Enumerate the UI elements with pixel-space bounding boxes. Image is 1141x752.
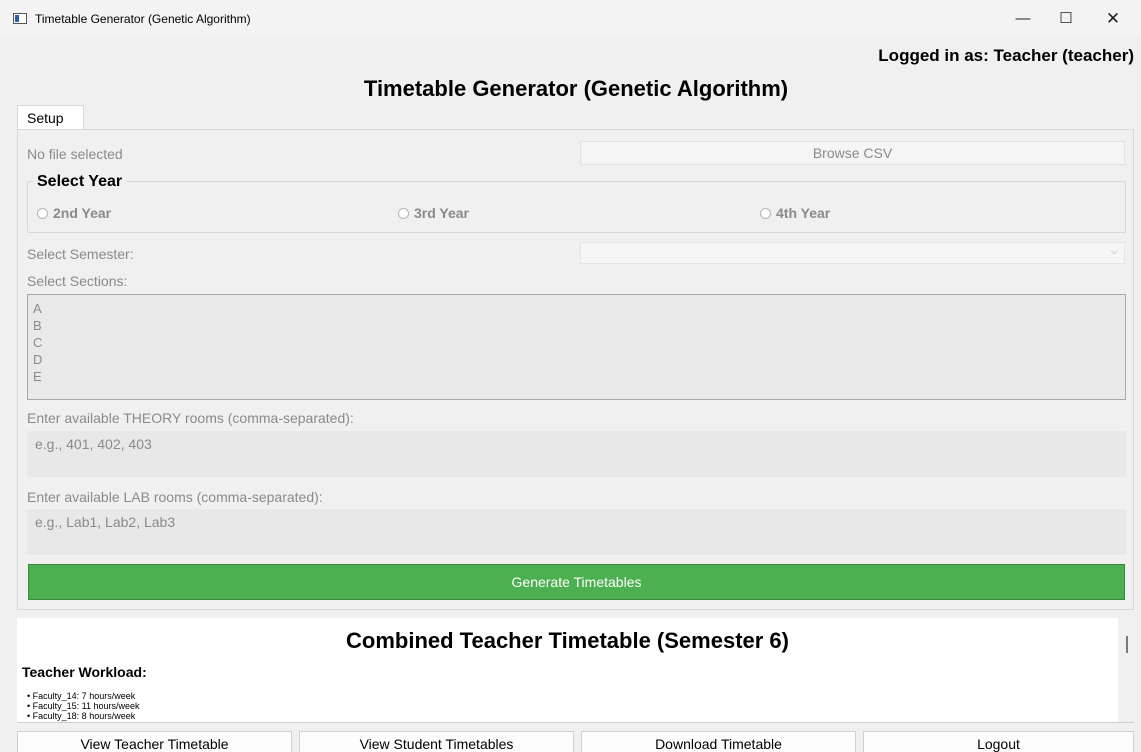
theory-rooms-label: Enter available THEORY rooms (comma-sepa…	[27, 410, 354, 426]
radio-label: 2nd Year	[53, 205, 112, 221]
semester-label: Select Semester:	[27, 246, 134, 262]
view-student-timetables-button[interactable]: View Student Timetables	[299, 731, 574, 752]
year-group-box	[27, 181, 1126, 233]
list-item-section-c[interactable]: C	[33, 334, 1125, 351]
logout-button[interactable]: Logout	[863, 731, 1134, 752]
theory-rooms-input[interactable]	[27, 431, 1126, 477]
sections-listbox[interactable]: A B C D E	[27, 294, 1126, 400]
page-title: Timetable Generator (Genetic Algorithm)	[363, 76, 789, 101]
list-item: Faculty_18: 8 hours/week	[27, 711, 140, 721]
output-scrollbar[interactable]	[1126, 636, 1128, 653]
sections-label: Select Sections:	[27, 273, 128, 289]
radio-label: 4th Year	[776, 205, 831, 221]
generate-timetables-button[interactable]: Generate Timetables	[28, 564, 1125, 600]
radio-4th-year[interactable]: 4th Year	[760, 205, 830, 221]
radio-3rd-year[interactable]: 3rd Year	[398, 205, 469, 221]
window-titlebar: Timetable Generator (Genetic Algorithm) …	[0, 0, 1141, 36]
list-item: Faculty_14: 7 hours/week	[27, 691, 140, 701]
view-teacher-timetable-button[interactable]: View Teacher Timetable	[17, 731, 292, 752]
close-icon[interactable]: ✕	[1090, 6, 1136, 32]
app-window-icon	[13, 13, 27, 24]
radio-label: 3rd Year	[414, 205, 470, 221]
radio-2nd-year[interactable]: 2nd Year	[37, 205, 111, 221]
radio-button-icon[interactable]	[37, 207, 48, 219]
semester-select[interactable]: ⌵	[580, 242, 1125, 264]
chevron-down-icon[interactable]: ⌵	[1110, 246, 1118, 257]
minimize-icon[interactable]: —	[1000, 6, 1046, 32]
radio-button-icon[interactable]	[398, 207, 409, 219]
output-title: Combined Teacher Timetable (Semester 6)	[346, 628, 789, 653]
file-status-label: No file selected	[27, 146, 123, 162]
workload-heading: Teacher Workload:	[22, 664, 147, 680]
radio-button-icon[interactable]	[760, 207, 771, 219]
year-group-label: Select Year	[33, 173, 127, 191]
window-title: Timetable Generator (Genetic Algorithm)	[35, 12, 251, 26]
list-item-section-e[interactable]: E	[33, 368, 1125, 385]
list-item-section-d[interactable]: D	[33, 351, 1125, 368]
timetable-output-panel: Combined Teacher Timetable (Semester 6) …	[17, 618, 1118, 722]
divider	[17, 722, 1134, 723]
lab-rooms-label: Enter available LAB rooms (comma-separat…	[27, 489, 323, 505]
workload-list: Faculty_14: 7 hours/week Faculty_15: 11 …	[27, 691, 140, 721]
logged-in-status: Logged in as: Teacher (teacher)	[878, 46, 1134, 65]
list-item: Faculty_15: 11 hours/week	[27, 701, 140, 711]
maximize-icon[interactable]: ☐	[1043, 6, 1089, 32]
tab-setup[interactable]: Setup	[17, 105, 84, 130]
list-item-section-a[interactable]: A	[33, 300, 1125, 317]
lab-rooms-input[interactable]	[27, 509, 1126, 555]
list-item-section-b[interactable]: B	[33, 317, 1125, 334]
download-timetable-button[interactable]: Download Timetable	[581, 731, 856, 752]
browse-csv-button[interactable]: Browse CSV	[580, 141, 1125, 165]
